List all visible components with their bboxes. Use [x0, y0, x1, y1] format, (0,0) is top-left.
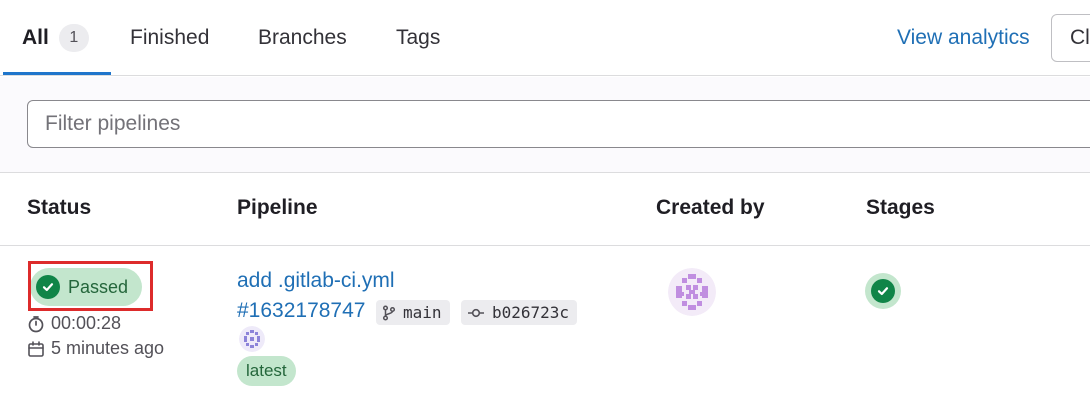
commit-icon: [468, 308, 484, 317]
tab-all-count-badge: 1: [58, 24, 89, 52]
pipeline-tabs: All 1 Finished Branches Tags View analyt…: [0, 0, 1090, 76]
branch-icon: [382, 304, 396, 321]
branch-ref[interactable]: main: [376, 300, 450, 325]
filter-pipelines-input[interactable]: [27, 100, 1090, 148]
tab-finished[interactable]: Finished: [130, 0, 209, 76]
created-by-avatar[interactable]: [668, 268, 716, 316]
commit-title-link[interactable]: add .gitlab-ci.yml: [237, 269, 395, 293]
status-label: Passed: [68, 276, 129, 297]
tab-tags-label: Tags: [396, 26, 441, 49]
commit-sha[interactable]: b026723c: [461, 300, 578, 325]
check-circle-icon: [36, 275, 60, 299]
finished-time: 5 minutes ago: [27, 338, 164, 359]
column-header-created-by: Created by: [656, 196, 765, 219]
duration: 00:00:28: [27, 313, 121, 334]
column-header-stages: Stages: [866, 196, 935, 219]
table-header-divider: [0, 245, 1090, 246]
active-tab-indicator: [3, 72, 111, 75]
tab-branches[interactable]: Branches: [258, 0, 347, 76]
check-circle-icon: [871, 279, 895, 303]
column-header-pipeline: Pipeline: [237, 196, 318, 219]
view-analytics-link[interactable]: View analytics: [897, 0, 1030, 76]
timer-icon: [28, 315, 44, 332]
tab-all-label: All: [22, 26, 49, 49]
tab-finished-label: Finished: [130, 26, 210, 49]
latest-badge: latest: [237, 356, 296, 386]
column-header-status: Status: [27, 196, 92, 219]
duration-text: 00:00:28: [51, 313, 122, 333]
clear-runner-caches-button[interactable]: Cl: [1051, 14, 1090, 62]
commit-sha-text: b026723c: [492, 303, 570, 322]
filter-bar: [0, 77, 1090, 173]
tab-all[interactable]: All 1: [22, 0, 89, 76]
status-badge[interactable]: Passed: [30, 268, 143, 306]
pipeline-id-link[interactable]: #1632178747: [237, 299, 365, 323]
tab-tags[interactable]: Tags: [396, 0, 440, 76]
branch-name: main: [403, 303, 442, 322]
stage-status-icon[interactable]: [865, 273, 901, 309]
calendar-icon: [28, 340, 44, 357]
finished-time-text: 5 minutes ago: [51, 338, 165, 358]
tab-branches-label: Branches: [258, 26, 347, 49]
trigger-avatar-identicon: [239, 326, 265, 352]
